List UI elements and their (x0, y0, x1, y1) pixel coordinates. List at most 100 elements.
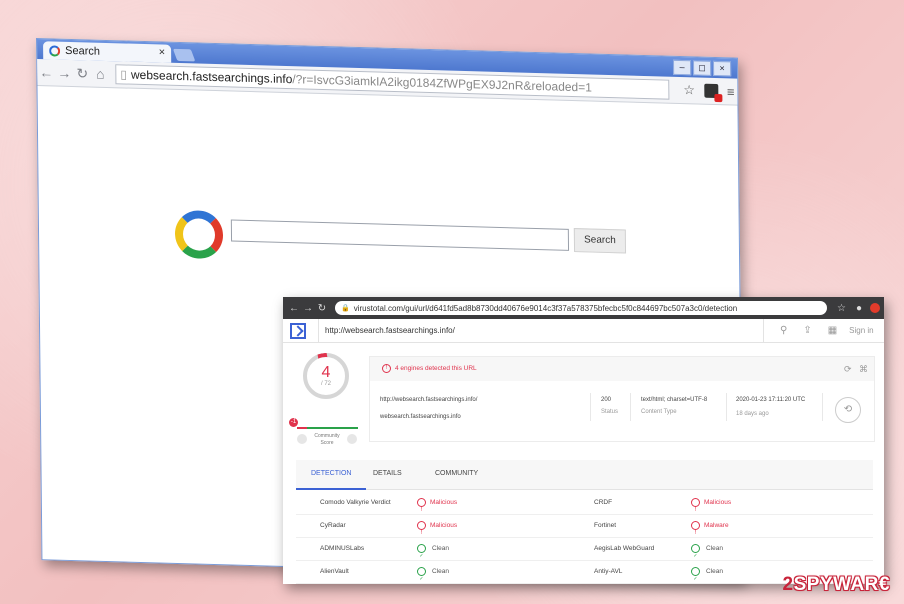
upload-icon[interactable]: ⇪ (803, 325, 811, 336)
summary-host: websearch.fastsearchings.info (380, 414, 461, 420)
detection-banner: ! 4 engines detected this URL ⟳ ⌘ (370, 357, 874, 381)
check-icon: ✓ (417, 543, 426, 559)
tab-details[interactable]: DETAILS (373, 460, 402, 488)
back-arrow-icon[interactable]: ← (37, 64, 55, 81)
divider (630, 393, 631, 421)
front-browser-toolbar: ← → ↻ 🔒 virustotal.com/gui/url/d641fd5ad… (283, 297, 884, 319)
community-score-badge: -1 (289, 418, 298, 427)
extension-icon[interactable] (703, 83, 723, 103)
virustotal-window: ← → ↻ 🔒 virustotal.com/gui/url/d641fd5ad… (283, 297, 884, 584)
reload-icon[interactable]: ↻ (73, 65, 91, 83)
tab-favicon-icon (49, 44, 61, 57)
engine-name: Comodo Valkyrie Verdict (320, 499, 391, 506)
content-type-value: text/html; charset=UTF-8 (641, 397, 708, 403)
back-arrow-icon[interactable]: ← (287, 303, 301, 314)
engine-name: Fortinet (594, 522, 617, 529)
engine-result: !Malicious (417, 492, 457, 514)
scanned-url-field[interactable]: http://websearch.fastsearchings.info/ (318, 319, 764, 342)
engine-name: ADMINUSLabs (320, 545, 365, 552)
check-icon: ✓ (691, 543, 700, 559)
score-detected: 4 (321, 364, 331, 381)
window-controls: – ◻ × (673, 59, 732, 77)
vote-up-button[interactable] (347, 434, 357, 444)
community-score-bar (297, 427, 358, 429)
table-row: CyRadar !Malicious Fortinet !Malware (296, 515, 873, 538)
warning-icon: ! (417, 497, 426, 513)
lock-icon: 🔒 (341, 305, 350, 312)
status-label: Status (601, 409, 619, 415)
url-path: /?r=IsvcG3iamkIA2ikg0184ZfWPgEX9J2nR&rel… (292, 72, 592, 95)
home-icon[interactable]: ⌂ (91, 66, 109, 83)
engine-result: ✓Clean (691, 538, 723, 560)
warning-icon: ! (417, 520, 426, 536)
new-tab-button[interactable] (172, 48, 196, 62)
search-logo-icon (174, 209, 224, 260)
site-fingerprint-icon: ⟲ (835, 397, 861, 423)
tab-title: Search (65, 44, 101, 58)
check-icon: ✓ (417, 566, 426, 582)
bookmark-star-icon[interactable]: ☆ (683, 82, 695, 98)
engine-result: ✓Clean (691, 561, 723, 583)
engine-result: !Malware (691, 515, 729, 537)
engine-name: CyRadar (320, 522, 346, 529)
engine-name: AegisLab WebGuard (594, 545, 655, 552)
bookmark-star-icon[interactable]: ☆ (837, 303, 846, 314)
alert-icon: ! (382, 363, 391, 373)
engine-name: CRDF (594, 499, 613, 506)
status-value: 200 (601, 397, 612, 403)
engine-name: AlienVault (320, 568, 349, 575)
apps-grid-icon[interactable]: ▦ (828, 325, 837, 336)
warning-icon: ! (691, 497, 700, 513)
table-row: Comodo Valkyrie Verdict !Malicious CRDF … (296, 492, 873, 515)
close-window-button[interactable]: × (713, 60, 732, 77)
search-input[interactable] (230, 219, 570, 251)
warning-icon: ! (691, 520, 700, 536)
summary-url: http://websearch.fastsearchings.info/ (380, 397, 478, 403)
check-icon: ✓ (691, 566, 700, 582)
divider (590, 393, 591, 421)
detection-banner-text: 4 engines detected this URL (395, 365, 477, 372)
divider (822, 393, 823, 421)
rescan-icon[interactable]: ⟳ (844, 364, 852, 374)
graph-icon[interactable]: ⌘ (859, 364, 868, 374)
table-row: ADMINUSLabs ✓Clean AegisLab WebGuard ✓Cl… (296, 538, 873, 561)
sign-in-link[interactable]: Sign in (849, 326, 873, 335)
engine-result: ✓Clean (417, 538, 449, 560)
url-text: virustotal.com/gui/url/d641fd5ad8b8730dd… (353, 303, 738, 313)
result-tabs: DETECTION DETAILS COMMUNITY (296, 460, 873, 490)
url-host: websearch.fastsearchings.info (130, 67, 293, 87)
engine-result: !Malicious (691, 492, 731, 514)
maximize-button[interactable]: ◻ (693, 60, 712, 76)
forward-arrow-icon[interactable]: → (301, 303, 315, 314)
scan-ago: 18 days ago (736, 411, 769, 417)
tab-close-icon[interactable]: × (159, 46, 166, 58)
virustotal-header: http://websearch.fastsearchings.info/ ⚲ … (283, 319, 884, 343)
minimize-button[interactable]: – (673, 59, 692, 76)
reload-icon[interactable]: ↻ (315, 303, 329, 314)
search-icon[interactable]: ⚲ (780, 325, 787, 336)
profile-icon[interactable]: ● (856, 303, 862, 314)
content-type-label: Content Type (641, 409, 677, 415)
address-bar[interactable]: 🔒 virustotal.com/gui/url/d641fd5ad8b8730… (335, 301, 827, 315)
tab-detection[interactable]: DETECTION (296, 460, 367, 490)
detection-score-ring: 4 / 72 (303, 353, 349, 399)
score-total: / 72 (320, 381, 331, 387)
engine-result: !Malicious (417, 515, 457, 537)
virustotal-logo-icon[interactable] (290, 322, 306, 339)
detection-table: Comodo Valkyrie Verdict !Malicious CRDF … (296, 492, 873, 584)
vote-down-button[interactable] (297, 434, 307, 444)
forward-arrow-icon[interactable]: → (55, 65, 73, 82)
menu-icon[interactable]: ≡ (727, 84, 735, 99)
browser-tab[interactable]: Search × (43, 41, 172, 63)
watermark-logo: 2SPYWAR€ (782, 574, 890, 595)
scan-date: 2020-01-23 17:11:20 UTC (736, 397, 806, 403)
engine-result: ✓Clean (417, 561, 449, 583)
tab-community[interactable]: COMMUNITY (435, 460, 478, 488)
community-score-label: Community Score (314, 433, 340, 446)
divider (726, 393, 727, 421)
extension-badge-icon[interactable] (870, 303, 881, 313)
scan-summary-panel: ! 4 engines detected this URL ⟳ ⌘ http://… (369, 356, 875, 442)
search-button[interactable]: Search (573, 228, 627, 254)
engine-name: Antiy-AVL (594, 568, 623, 575)
page-icon: ▯ (120, 67, 128, 82)
